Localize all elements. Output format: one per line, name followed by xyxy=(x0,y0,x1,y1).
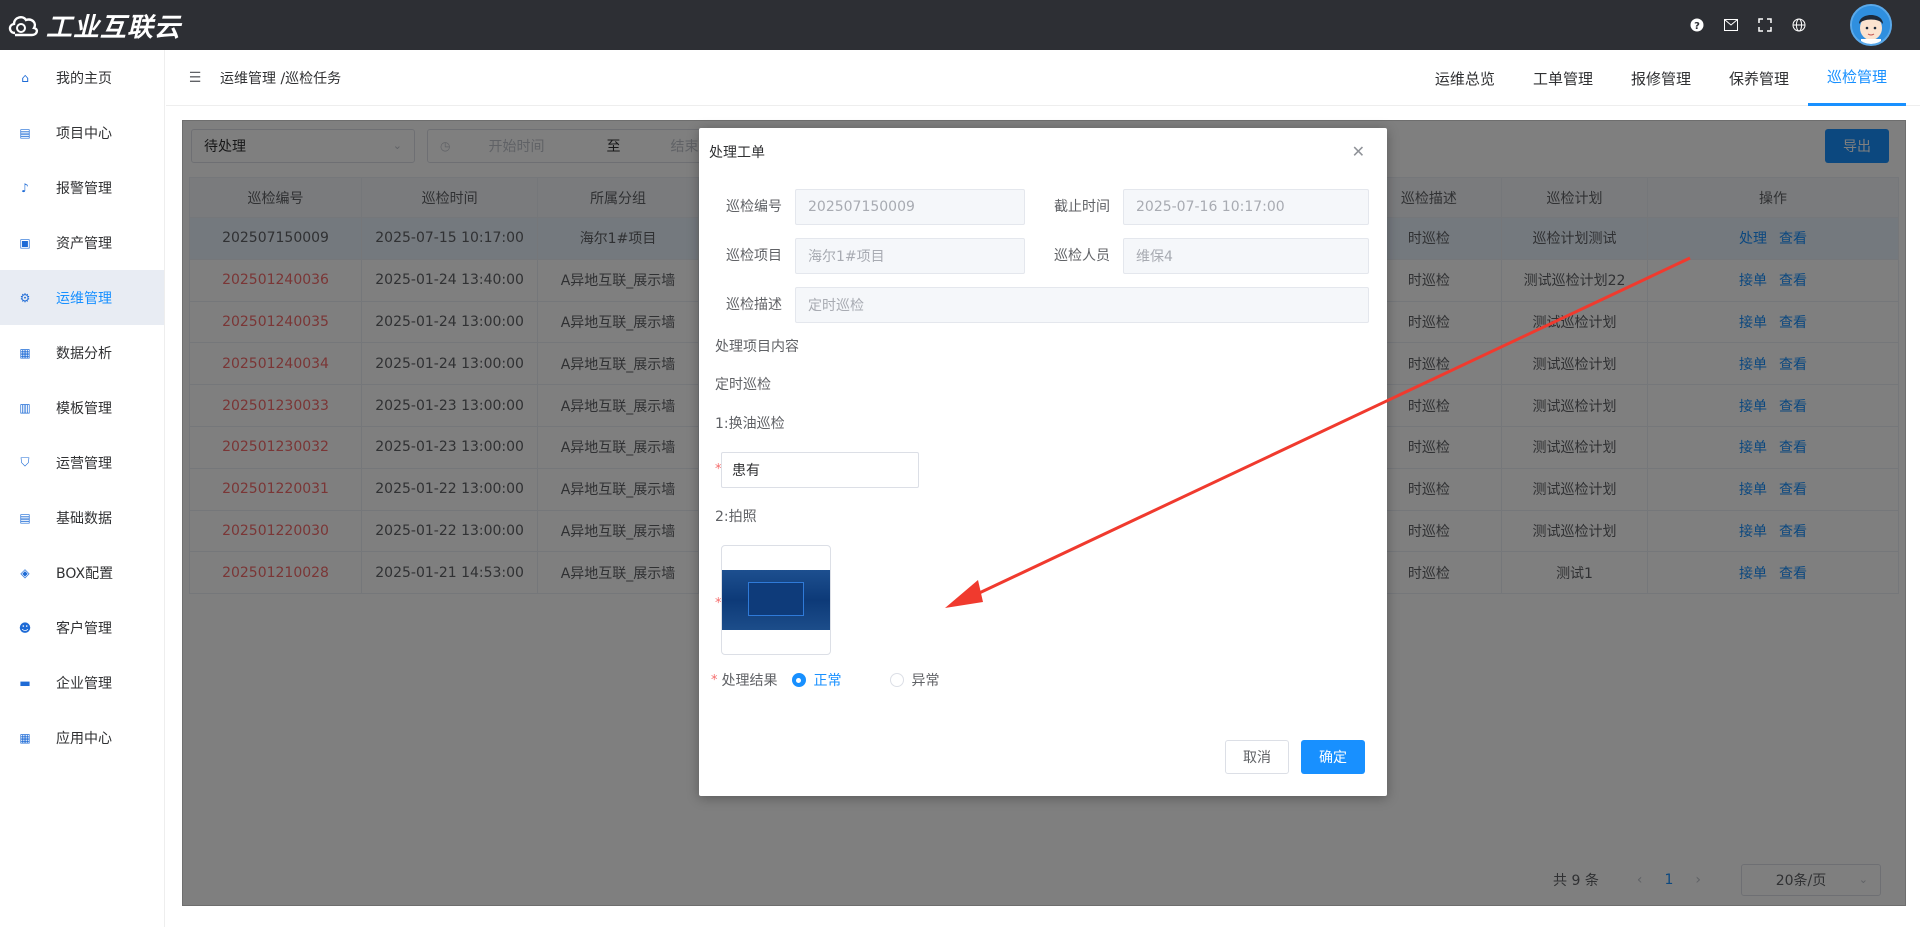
book-icon: ▤ xyxy=(19,510,31,525)
photo-image xyxy=(722,570,830,630)
content-heading: 处理项目内容 xyxy=(715,339,799,355)
close-icon[interactable]: ✕ xyxy=(1352,142,1365,161)
module-tab-2[interactable]: 报修管理 xyxy=(1612,50,1710,106)
sidebar-item-label: BOX配置 xyxy=(56,565,114,582)
sidebar-item-label: 基础数据 xyxy=(56,510,112,527)
field-id: 202507150009 xyxy=(795,189,1025,225)
svg-text:?: ? xyxy=(1694,21,1700,32)
box-icon: ◈ xyxy=(20,565,30,580)
bell-icon: ♪ xyxy=(21,180,29,195)
field-project: 海尔1#项目 xyxy=(795,238,1025,274)
sidebar-item-label: 企业管理 xyxy=(56,675,112,692)
module-tab-3[interactable]: 保养管理 xyxy=(1710,50,1808,106)
cancel-button[interactable]: 取消 xyxy=(1225,740,1289,774)
logo[interactable]: 工业互联云 xyxy=(6,7,181,44)
module-tab-1[interactable]: 工单管理 xyxy=(1514,50,1612,106)
sidebar-item-0[interactable]: ⌂ 我的主页 xyxy=(0,50,164,105)
gear-icon: ⚙ xyxy=(19,290,31,305)
process-order-dialog: 处理工单 ✕ 巡检编号 202507150009 截止时间 2025-07-16… xyxy=(699,128,1387,796)
user-avatar[interactable] xyxy=(1850,4,1892,46)
sidebar-item-6[interactable]: ▥ 模板管理 xyxy=(0,380,164,435)
item2-label: 2:拍照 xyxy=(715,509,757,525)
project-icon: ▤ xyxy=(19,125,31,140)
field-desc: 定时巡检 xyxy=(795,287,1369,323)
template-icon: ▥ xyxy=(19,400,31,415)
field-label-deadline: 截止时间 xyxy=(1054,199,1110,215)
page-header: ☰ 运维管理 /巡检任务 运维总览 工单管理 报修管理 保养管理 巡检管理 xyxy=(166,50,1920,106)
home-icon: ⌂ xyxy=(21,70,29,85)
sidebar-item-label: 模板管理 xyxy=(56,400,112,417)
top-bar: 工业互联云 ? xyxy=(0,0,1920,50)
content-sub: 定时巡检 xyxy=(715,377,771,393)
users-icon: ☻ xyxy=(18,620,32,635)
cloud-logo-icon xyxy=(8,16,39,37)
module-tabs: 运维总览 工单管理 报修管理 保养管理 巡检管理 xyxy=(1416,50,1906,106)
sidebar-item-11[interactable]: ▬ 企业管理 xyxy=(0,655,164,710)
result-radio-group: * 处理结果 正常 异常 xyxy=(711,670,940,690)
item1-label: 1:换油巡检 xyxy=(715,416,785,432)
dialog-title: 处理工单 xyxy=(709,145,765,161)
sidebar: ⌂ 我的主页 ▤ 项目中心 ♪ 报警管理 ▣ 资产管理 ⚙ 运维管理 ▦ 数据分析 ▥ 模板管理 ⛉ 运营管理… xyxy=(0,50,165,927)
field-deadline: 2025-07-16 10:17:00 xyxy=(1123,189,1369,225)
logo-text: 工业互联云 xyxy=(46,12,182,43)
radio-normal[interactable] xyxy=(791,673,806,687)
sidebar-item-5[interactable]: ▦ 数据分析 xyxy=(0,325,164,380)
radio-abnormal-label[interactable]: 异常 xyxy=(912,670,940,690)
mail-icon[interactable] xyxy=(1722,16,1740,34)
module-tab-4[interactable]: 巡检管理 xyxy=(1807,50,1906,106)
fullscreen-icon[interactable] xyxy=(1756,16,1774,34)
sidebar-item-1[interactable]: ▤ 项目中心 xyxy=(0,105,164,160)
globe-icon[interactable] xyxy=(1790,16,1808,34)
sidebar-item-label: 运营管理 xyxy=(56,455,112,472)
sidebar-item-label: 运维管理 xyxy=(56,290,112,307)
sidebar-item-8[interactable]: ▤ 基础数据 xyxy=(0,490,164,545)
sidebar-item-10[interactable]: ☻ 客户管理 xyxy=(0,600,164,655)
analysis-icon: ▦ xyxy=(19,345,31,360)
field-label-id: 巡检编号 xyxy=(726,199,782,215)
radio-normal-label[interactable]: 正常 xyxy=(814,670,842,690)
result-label: 处理结果 xyxy=(721,673,778,689)
required-mark: * xyxy=(711,672,718,688)
sidebar-item-label: 客户管理 xyxy=(56,620,112,637)
sidebar-item-7[interactable]: ⛉ 运营管理 xyxy=(0,435,164,490)
help-icon[interactable]: ? xyxy=(1688,16,1706,34)
sidebar-item-2[interactable]: ♪ 报警管理 xyxy=(0,160,164,215)
sidebar-item-label: 报警管理 xyxy=(56,180,112,197)
apps-icon: ▦ xyxy=(19,730,31,745)
sidebar-item-9[interactable]: ◈ BOX配置 xyxy=(0,545,164,600)
field-label-project: 巡检项目 xyxy=(726,248,782,264)
sidebar-item-label: 资产管理 xyxy=(56,235,112,252)
radio-abnormal[interactable] xyxy=(889,673,904,687)
collapse-menu-icon[interactable]: ☰ xyxy=(188,70,202,86)
briefcase-icon: ▬ xyxy=(19,675,31,690)
sidebar-item-label: 我的主页 xyxy=(56,70,112,87)
sidebar-item-3[interactable]: ▣ 资产管理 xyxy=(0,215,164,270)
field-label-person: 巡检人员 xyxy=(1054,248,1110,264)
asset-icon: ▣ xyxy=(19,235,31,250)
sidebar-item-12[interactable]: ▦ 应用中心 xyxy=(0,710,164,765)
sidebar-item-label: 项目中心 xyxy=(56,125,112,142)
module-tab-0[interactable]: 运维总览 xyxy=(1416,50,1514,106)
breadcrumb: 运维管理 /巡检任务 xyxy=(220,70,342,87)
field-person: 维保4 xyxy=(1123,238,1369,274)
sidebar-item-4[interactable]: ⚙ 运维管理 xyxy=(0,270,164,325)
shield-icon: ⛉ xyxy=(20,455,30,469)
confirm-button[interactable]: 确定 xyxy=(1301,740,1365,774)
photo-thumbnail[interactable] xyxy=(721,545,831,655)
sidebar-item-label: 数据分析 xyxy=(56,345,112,362)
item1-input[interactable]: 患有 xyxy=(721,452,919,488)
field-label-desc: 巡检描述 xyxy=(726,297,782,313)
sidebar-item-label: 应用中心 xyxy=(56,730,112,747)
